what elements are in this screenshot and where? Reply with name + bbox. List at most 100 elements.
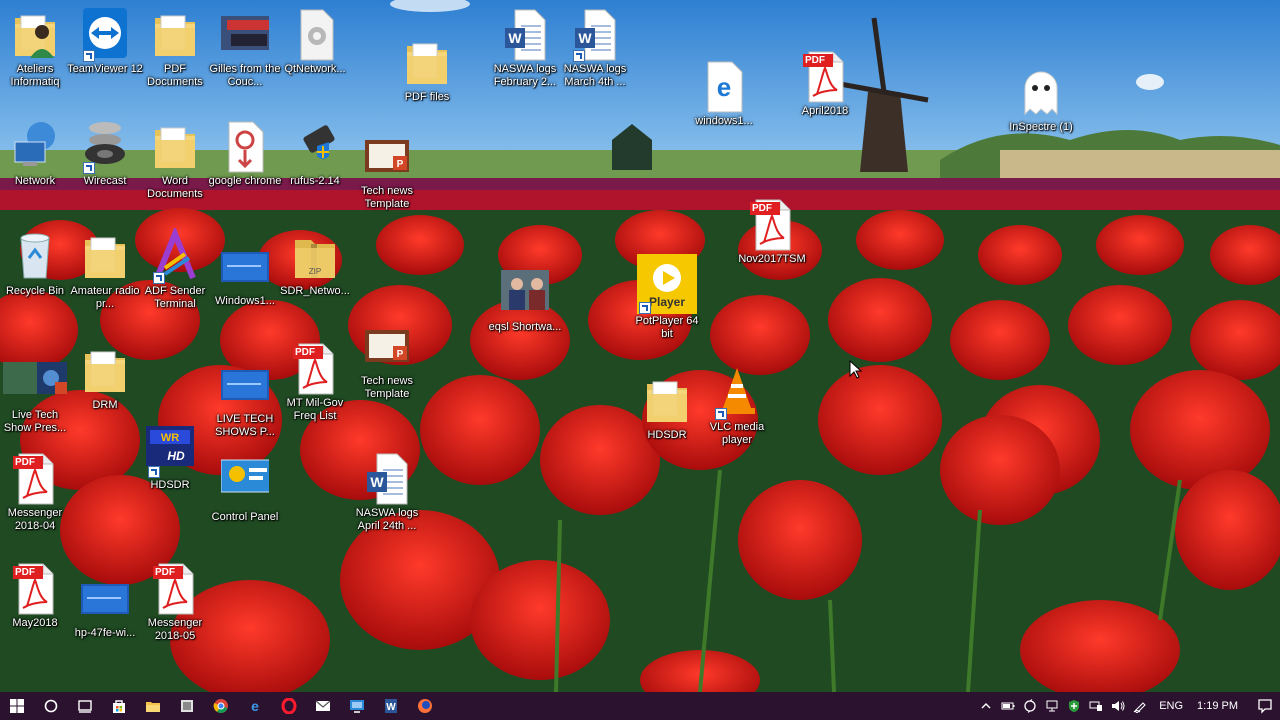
word-document-icon (501, 6, 549, 62)
shortcut-arrow-icon (639, 302, 651, 314)
tray-security[interactable] (1063, 692, 1085, 720)
sync-icon (1024, 699, 1036, 713)
desktop-icon-adf-sender[interactable]: ADF Sender Terminal (137, 228, 213, 311)
task-view-button[interactable] (68, 692, 102, 720)
powerpoint-icon (356, 128, 418, 184)
image-thumbnail-icon (216, 238, 274, 294)
network-icon (1046, 700, 1058, 712)
file-explorer-icon (146, 702, 160, 712)
desktop-icon-gilles[interactable]: Gilles from the Couc... (207, 6, 283, 89)
pdf-badge: PDF (805, 55, 825, 66)
start-button[interactable] (0, 692, 34, 720)
desktop-icon-inspectre[interactable]: InSpectre (1) (1003, 64, 1079, 134)
desktop-icon-potplayer[interactable]: Player PotPlayer 64 bit (629, 254, 705, 341)
desktop-icon-naswa-mar[interactable]: NASWA logs March 4th ... (557, 6, 633, 89)
taskbar-chrome[interactable] (204, 692, 238, 720)
desktop-icon-google-chrome[interactable]: google chrome (207, 118, 283, 188)
tray-sync[interactable] (1019, 692, 1041, 720)
taskbar-word[interactable]: W (374, 692, 408, 720)
video-thumbnail-icon (221, 6, 269, 62)
desktop-icon-hdsdr-app[interactable]: WR HD HDSDR (132, 422, 208, 492)
desktop-icon-tech-news-2[interactable]: Tech news Template (349, 318, 425, 401)
desktop-icon-april2018[interactable]: PDF April2018 (787, 48, 863, 118)
desktop-icon-naswa-apr[interactable]: NASWA logs April 24th ... (349, 450, 425, 533)
battery-icon (1001, 702, 1015, 710)
tray-wifi[interactable] (1085, 692, 1107, 720)
notification-icon (1258, 699, 1272, 714)
desktop-icon-hp-47fe[interactable]: hp-47fe-wi... (67, 570, 143, 640)
svg-text:HD: HD (167, 449, 185, 463)
desktop-icon-control-panel[interactable]: Control Panel (207, 454, 283, 524)
desktop-icon-recycle-bin[interactable]: Recycle Bin (0, 228, 73, 298)
desktop-icon-pdf-documents[interactable]: PDF Documents (137, 6, 213, 89)
tray-volume[interactable] (1107, 692, 1129, 720)
taskbar-edge[interactable]: e (238, 692, 272, 720)
taskbar-firefox[interactable] (408, 692, 442, 720)
cortana-icon (44, 699, 58, 713)
taskbar-mail[interactable] (306, 692, 340, 720)
taskbar-folder[interactable] (170, 692, 204, 720)
taskbar-remote[interactable] (340, 692, 374, 720)
taskbar-opera[interactable] (272, 692, 306, 720)
action-center-button[interactable] (1250, 692, 1280, 720)
desktop-icon-vlc[interactable]: VLC media player (699, 364, 775, 447)
desktop-icon-wirecast[interactable]: Wirecast (67, 118, 143, 188)
presentation-thumbnail-icon (215, 356, 275, 412)
volume-icon (1112, 701, 1125, 711)
wirecast-icon (81, 118, 129, 174)
store-icon (113, 700, 125, 713)
desktop-icon-teamviewer[interactable]: TeamViewer 12 (67, 6, 143, 76)
desktop-icon-pdf-files[interactable]: PDF files (389, 34, 465, 104)
desktop-icon-may2018[interactable]: PDF May2018 (0, 560, 73, 630)
tray-network[interactable] (1041, 692, 1063, 720)
taskbar-file-explorer[interactable] (136, 692, 170, 720)
desktop-icon-windows-edge[interactable]: e windows1... (686, 58, 762, 128)
svg-text:W: W (386, 702, 396, 713)
desktop-icon-live-tech-shows[interactable]: LIVE TECH SHOWS P... (207, 356, 283, 439)
pdf-badge: PDF (752, 203, 772, 214)
desktop-icon-tech-news-1[interactable]: Tech news Template (349, 128, 425, 211)
desktop-icon-windows1-image[interactable]: Windows1... (207, 238, 283, 308)
desktop-icon-naswa-feb[interactable]: NASWA logs February 2... (487, 6, 563, 89)
pdf-icon: PDF (11, 450, 59, 506)
desktop-icon-mt-milgov[interactable]: PDF MT Mil-Gov Freq List (277, 340, 353, 423)
potplayer-icon: Player (637, 254, 697, 314)
edge-html-icon: e (700, 58, 748, 114)
desktop-icon-sdr-network[interactable]: SDR_Netwo... (277, 228, 353, 298)
chrome-icon (213, 699, 228, 713)
desktop-icon-ateliers[interactable]: Ateliers Informatiq (0, 6, 73, 89)
shortcut-arrow-icon (573, 50, 585, 62)
desktop-icon-word-documents[interactable]: Word Documents (137, 118, 213, 201)
firefox-icon (418, 699, 432, 713)
desktop-icon-drm[interactable]: DRM (67, 342, 143, 412)
pdf-icon: PDF (291, 340, 339, 396)
desktop-icon-qtnetwork[interactable]: QtNetwork... (277, 6, 353, 76)
desktop-icon-nov2017tsm[interactable]: PDF Nov2017TSM (734, 196, 810, 266)
monitor-network-icon (1089, 701, 1103, 711)
desktop-icon-messenger-0518[interactable]: PDF Messenger 2018-05 (137, 560, 213, 643)
shortcut-arrow-icon (153, 272, 165, 284)
photo-thumbnail-icon (501, 264, 549, 320)
desktop-icon-network[interactable]: Network (0, 118, 73, 188)
clock[interactable]: 1:19 PM (1191, 700, 1250, 712)
tray-overflow-button[interactable] (975, 692, 997, 720)
tray-battery[interactable] (997, 692, 1019, 720)
folder-icon (151, 118, 199, 174)
desktop-icon-live-tech-show-pres[interactable]: Live Tech Show Pres... (0, 352, 73, 435)
pdf-icon: PDF (151, 560, 199, 616)
taskbar-store[interactable] (102, 692, 136, 720)
ghost-icon (1017, 64, 1065, 120)
desktop-icon-messenger-0418[interactable]: PDF Messenger 2018-04 (0, 450, 73, 533)
desktop-icon-eqsl[interactable]: eqsl Shortwa... (487, 264, 563, 334)
desktop-icon-rufus[interactable]: rufus-2.14 (277, 118, 353, 188)
cortana-button[interactable] (34, 692, 68, 720)
folder-icon (151, 6, 199, 62)
tray-pen[interactable] (1129, 692, 1151, 720)
desktop-icon-hdsdr-folder[interactable]: HDSDR (629, 372, 705, 442)
usb-drive-icon (291, 118, 339, 174)
chrome-file-icon (221, 118, 269, 174)
language-indicator[interactable]: ENG (1151, 700, 1191, 712)
desktop-icon-amateur-radio[interactable]: Amateur radio pr... (67, 228, 143, 311)
folder-icon (81, 228, 129, 284)
folder-icon (81, 342, 129, 398)
